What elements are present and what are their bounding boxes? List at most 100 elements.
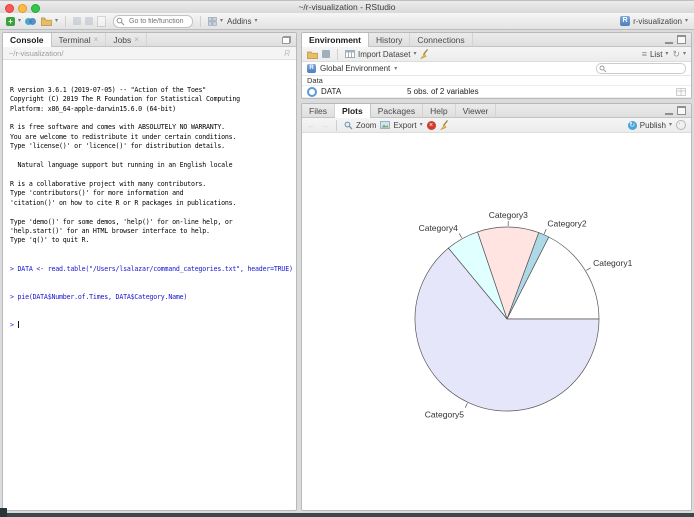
console-pane: Console Terminal × Jobs × ~/r-visualizatio… xyxy=(2,32,297,511)
tab-help[interactable]: Help xyxy=(423,104,456,117)
publish-icon: ↻ xyxy=(627,120,637,130)
pie-label: Category1 xyxy=(593,258,632,268)
console-startup-text: R version 3.6.1 (2019-07-05) -- "Action … xyxy=(10,85,240,245)
tab-terminal[interactable]: Terminal × xyxy=(52,33,107,46)
save-icon xyxy=(73,17,82,25)
chevron-down-icon: ▾ xyxy=(684,18,688,24)
environment-object-row[interactable]: DATA 5 obs. of 2 variables xyxy=(302,86,691,98)
pie-label-tick xyxy=(586,267,591,271)
zoom-label: Zoom xyxy=(356,120,377,130)
environment-search-box[interactable] xyxy=(596,63,686,74)
tab-files[interactable]: Files xyxy=(302,104,335,117)
refresh-button[interactable]: ↻ ▾ xyxy=(672,48,686,59)
workspace-panes-button[interactable]: ▾ xyxy=(208,16,224,26)
tab-viewer[interactable]: Viewer xyxy=(456,104,497,117)
window-bottom-edge xyxy=(0,513,694,517)
console-path-bar: ~/r-visualization/ R xyxy=(3,47,296,60)
load-workspace-icon[interactable] xyxy=(307,50,318,59)
pie-chart: Category1 Category2 Category3 Category4 Cate… xyxy=(414,210,633,419)
close-icon[interactable]: × xyxy=(94,35,99,44)
pie-label: Category4 xyxy=(419,223,458,233)
new-file-button[interactable]: + ▾ xyxy=(6,16,22,26)
close-icon[interactable]: × xyxy=(134,35,139,44)
next-plot-icon[interactable]: → xyxy=(320,120,329,130)
goto-file-box xyxy=(113,14,194,28)
text-cursor xyxy=(17,320,19,328)
new-file-icon: + xyxy=(6,16,15,26)
tab-environment[interactable]: Environment xyxy=(302,33,369,47)
goto-file-input[interactable] xyxy=(127,15,192,28)
search-icon xyxy=(599,65,607,73)
view-table-icon[interactable] xyxy=(676,87,686,96)
expand-object-icon[interactable] xyxy=(307,86,317,97)
environment-tabbar: Environment History Connections xyxy=(302,33,691,47)
pie-label: Category5 xyxy=(425,409,464,419)
open-file-button[interactable]: ▾ xyxy=(41,16,59,26)
tab-history[interactable]: History xyxy=(369,33,411,46)
publish-button[interactable]: ↻ Publish ▾ xyxy=(627,120,672,130)
console-output[interactable]: R version 3.6.1 (2019-07-05) -- "Action … xyxy=(3,60,296,510)
export-label: Export xyxy=(393,120,417,130)
tab-console[interactable]: Console xyxy=(3,33,52,47)
save-all-button[interactable] xyxy=(85,17,94,25)
object-name: DATA xyxy=(321,87,342,96)
import-dataset-icon xyxy=(345,50,355,58)
main-toolbar: + ▾ ▾ ▾ Addins ▾ R r-visualization ▾ xyxy=(0,13,694,30)
save-workspace-icon[interactable] xyxy=(322,50,330,58)
chevron-down-icon: ▾ xyxy=(18,18,22,24)
chevron-down-icon: ▾ xyxy=(413,51,417,57)
save-all-icon xyxy=(85,17,94,25)
chevron-down-icon: ▾ xyxy=(55,18,59,24)
list-view-button[interactable]: ≡ List ▾ xyxy=(641,48,669,59)
refresh-icon: ↻ xyxy=(672,48,680,59)
print-icon xyxy=(97,15,107,27)
r-session-icon: R xyxy=(284,48,290,58)
clear-objects-icon[interactable] xyxy=(420,49,429,59)
plot-canvas: Category1 Category2 Category3 Category4 Cate… xyxy=(302,133,691,510)
new-project-icon[interactable] xyxy=(25,17,37,26)
tab-connections[interactable]: Connections xyxy=(410,33,473,46)
tab-jobs[interactable]: Jobs × xyxy=(106,33,147,46)
project-menu-button[interactable]: R r-visualization ▾ xyxy=(620,16,688,26)
addins-label: Addins xyxy=(227,16,252,26)
pie-label: Category2 xyxy=(547,218,586,228)
pie-label-tick xyxy=(458,233,463,238)
tab-plots[interactable]: Plots xyxy=(334,104,371,118)
chevron-down-icon: ▾ xyxy=(220,18,224,24)
chevron-down-icon: ▾ xyxy=(254,18,258,24)
environment-toolbar: Import Dataset ▾ ≡ List ▾ ↻ ▾ xyxy=(302,47,691,62)
zoom-plot-button[interactable]: Zoom xyxy=(344,121,376,130)
maximize-pane-icon[interactable] xyxy=(677,35,686,44)
maximize-pane-icon[interactable] xyxy=(677,106,686,115)
list-icon: ≡ xyxy=(641,48,647,59)
chevron-down-icon: ▾ xyxy=(665,51,669,57)
chevron-down-icon: ▾ xyxy=(419,122,423,128)
maximize-pane-icon[interactable] xyxy=(282,35,291,44)
chevron-down-icon: ▾ xyxy=(682,51,686,57)
export-plot-button[interactable]: Export ▾ xyxy=(380,120,423,130)
environment-scope-label[interactable]: Global Environment xyxy=(320,64,390,73)
import-dataset-button[interactable]: Import Dataset ▾ xyxy=(345,50,416,59)
addins-button[interactable]: Addins ▾ xyxy=(227,17,257,26)
plots-pane: Files Plots Packages Help Viewer ← → Zoo… xyxy=(301,103,692,511)
clear-all-plots-icon[interactable] xyxy=(439,120,449,130)
export-icon xyxy=(380,121,391,129)
tab-packages[interactable]: Packages xyxy=(371,104,424,117)
minimize-pane-icon[interactable] xyxy=(665,107,673,115)
pie-label-tick xyxy=(543,229,547,234)
r-project-icon: R xyxy=(620,16,631,26)
plots-toolbar: ← → Zoom Export ▾ × ↻ Publish ▾ xyxy=(302,118,691,133)
previous-plot-icon[interactable]: ← xyxy=(307,120,316,130)
gear-icon[interactable] xyxy=(676,120,686,130)
chevron-down-icon: ▾ xyxy=(394,65,398,72)
object-summary: 5 obs. of 2 variables xyxy=(407,87,479,96)
window-title: ~/r-visualization - RStudio xyxy=(298,2,396,12)
save-button[interactable] xyxy=(73,17,82,25)
panes-grid-icon xyxy=(208,16,217,26)
minimize-pane-icon[interactable] xyxy=(665,36,673,44)
environment-scope-row: R Global Environment ▾ xyxy=(302,62,691,76)
console-prompt[interactable]: > xyxy=(10,320,296,330)
folder-open-icon xyxy=(41,16,52,26)
print-button[interactable] xyxy=(97,15,107,27)
remove-plot-icon[interactable]: × xyxy=(426,120,436,130)
